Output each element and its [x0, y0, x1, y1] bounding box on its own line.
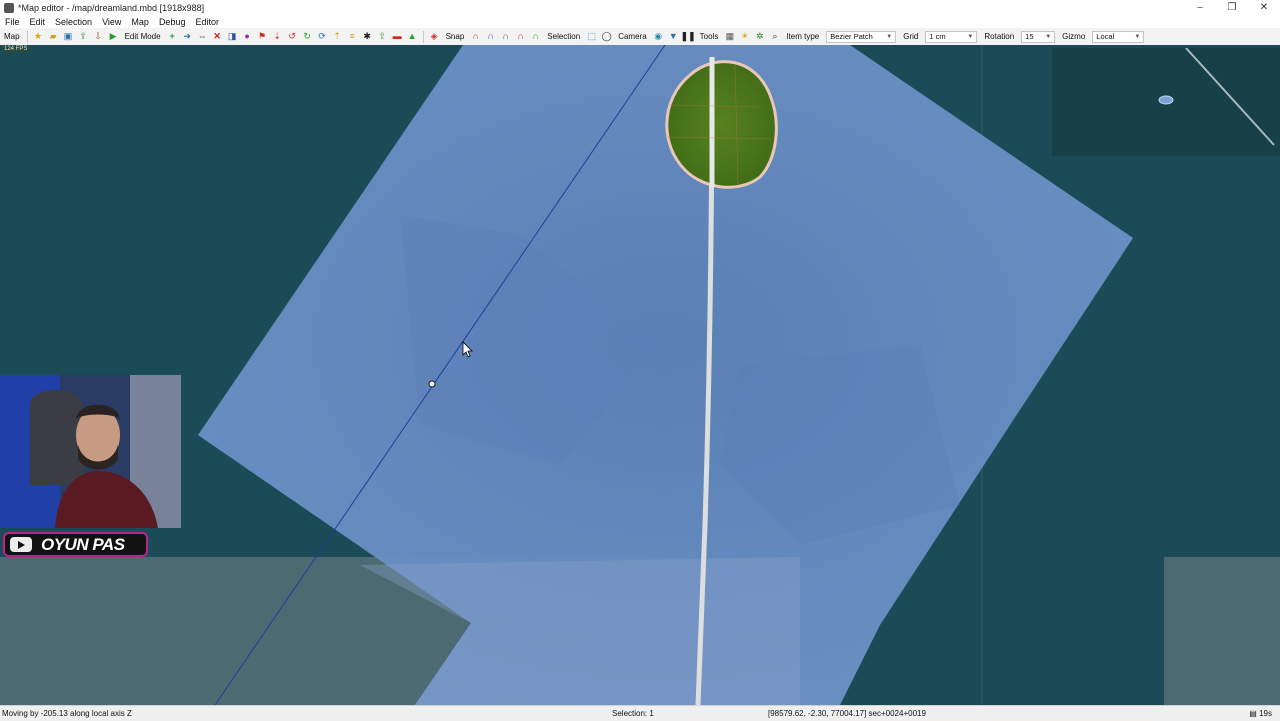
- flag-icon[interactable]: ⚑: [257, 31, 268, 42]
- globe-icon[interactable]: ◉: [653, 31, 664, 42]
- gizmo-select[interactable]: Local ▼: [1092, 30, 1145, 43]
- menu-view[interactable]: View: [97, 17, 126, 27]
- minimap-road: [1185, 47, 1275, 146]
- menu-edit[interactable]: Edit: [25, 17, 51, 27]
- menu-bar: File Edit Selection View Map Debug Edito…: [0, 15, 1280, 28]
- status-timer: ▤ 19s: [1249, 709, 1272, 718]
- magnet-dark-icon[interactable]: ∩: [500, 31, 511, 42]
- vehicle-icon[interactable]: ▬: [392, 31, 403, 42]
- youtube-icon: [10, 537, 32, 552]
- save-icon[interactable]: ▣: [63, 31, 74, 42]
- magnet-pink-icon[interactable]: ∩: [515, 31, 526, 42]
- rotation-label: Rotation: [984, 32, 1015, 41]
- toolbar-separator: [422, 30, 424, 43]
- add-item-icon[interactable]: +: [167, 31, 178, 42]
- minimize-button[interactable]: –: [1184, 0, 1216, 15]
- chevron-down-icon: ▼: [1134, 33, 1141, 40]
- webcam-overlay: [0, 375, 181, 528]
- refresh-icon[interactable]: ⟳: [317, 31, 328, 42]
- fps-counter: 124 FPS: [2, 46, 30, 52]
- selection-count: Selection: 1: [612, 709, 654, 718]
- rotate-right-icon[interactable]: ↻: [302, 31, 313, 42]
- title-bar: *Map editor - /map/dreamland.mbd [1918x9…: [0, 0, 1280, 15]
- status-message: Moving by -205.13 along local axis Z: [2, 709, 132, 718]
- grid-tool-icon[interactable]: ▦: [724, 31, 735, 42]
- minimap-scene: [1158, 47, 1275, 146]
- grid-select[interactable]: 1 cm ▼: [925, 30, 978, 43]
- move-arrow-icon[interactable]: ➜: [182, 31, 193, 42]
- lamp-icon[interactable]: ⇡: [332, 31, 343, 42]
- snap-button[interactable]: Snap: [442, 32, 469, 41]
- favorite-icon[interactable]: ★: [33, 31, 44, 42]
- tools-button[interactable]: Tools: [696, 32, 723, 41]
- properties-icon[interactable]: ◨: [227, 31, 238, 42]
- search-icon[interactable]: ⌕: [769, 31, 780, 42]
- chevron-down-icon: ▼: [967, 33, 974, 40]
- timer-value: 19s: [1259, 709, 1272, 718]
- map-viewport[interactable]: 124 FPS: [0, 45, 1280, 705]
- grid-value: 1 cm: [929, 32, 946, 41]
- webcam-image: [0, 375, 181, 528]
- window-title: *Map editor - /map/dreamland.mbd [1918x9…: [18, 2, 205, 13]
- rotate-left-icon[interactable]: ↺: [287, 31, 298, 42]
- settings-gear-icon[interactable]: ✲: [754, 31, 765, 42]
- restore-button[interactable]: ❐: [1216, 0, 1248, 15]
- menu-file[interactable]: File: [0, 17, 25, 27]
- delete-icon[interactable]: ✕: [212, 31, 223, 42]
- chevron-down-icon: ▼: [1045, 33, 1052, 40]
- item-type-label: Item type: [786, 32, 820, 41]
- window-controls: – ❐ ✕: [1184, 0, 1280, 15]
- magnet-green-icon[interactable]: ∩: [530, 31, 541, 42]
- menu-editor[interactable]: Editor: [190, 17, 224, 27]
- item-type-value: Bezier Patch: [830, 32, 873, 41]
- menu-debug[interactable]: Debug: [154, 17, 191, 27]
- pause-icon[interactable]: ❚❚: [681, 31, 696, 42]
- clock-icon: ▤: [1249, 709, 1257, 718]
- terrain-up-icon[interactable]: ⇧: [377, 31, 388, 42]
- rotation-select[interactable]: 15 ▼: [1021, 30, 1056, 43]
- app-icon: [4, 2, 14, 13]
- gizmo-label: Gizmo: [1062, 32, 1086, 41]
- terrain-slab-right: [1164, 557, 1280, 705]
- magnet-red-icon[interactable]: ∩: [470, 31, 481, 42]
- sun-icon[interactable]: ☀: [739, 31, 750, 42]
- toolbar-separator: [26, 30, 28, 43]
- import-icon[interactable]: ⇩: [93, 31, 104, 42]
- open-folder-icon[interactable]: ▰: [48, 31, 59, 42]
- menu-map[interactable]: Map: [126, 17, 154, 27]
- grass-island[interactable]: [665, 60, 778, 189]
- play-icon[interactable]: ▶: [108, 31, 119, 42]
- export-icon[interactable]: ⇪: [78, 31, 89, 42]
- sphere-icon[interactable]: ●: [242, 31, 253, 42]
- snap-toggle-icon[interactable]: ◈: [429, 31, 440, 42]
- pivot-handle[interactable]: [428, 380, 436, 388]
- minimap-marker-icon: [1158, 95, 1174, 105]
- cursor-coordinates: [98579.62, -2.30, 77004.17] sec+0024+001…: [768, 709, 926, 718]
- channel-name: OYUN PAS: [41, 534, 125, 554]
- ruler-icon[interactable]: ≡: [347, 31, 358, 42]
- gizmo-value: Local: [1096, 32, 1115, 41]
- rect-select-icon[interactable]: ⬚: [586, 31, 597, 42]
- camera-button[interactable]: Camera: [614, 32, 650, 41]
- selection-button[interactable]: Selection: [543, 32, 584, 41]
- double-arrow-icon[interactable]: ⇔: [197, 31, 208, 42]
- magnet-blue-icon[interactable]: ∩: [485, 31, 496, 42]
- item-type-select[interactable]: Bezier Patch ▼: [826, 30, 897, 43]
- grid-label: Grid: [903, 32, 919, 41]
- node-tree-icon[interactable]: ✱: [362, 31, 373, 42]
- edit-mode-button[interactable]: Edit Mode: [121, 32, 165, 41]
- map-menu-button[interactable]: Map: [0, 32, 24, 41]
- main-toolbar: Map ★ ▰ ▣ ⇪ ⇩ ▶ Edit Mode + ➜ ⇔ ✕ ◨ ● ⚑ …: [0, 28, 1280, 46]
- close-button[interactable]: ✕: [1248, 0, 1280, 15]
- lasso-select-icon[interactable]: ◯: [601, 31, 612, 42]
- channel-badge: OYUN PAS: [3, 532, 148, 557]
- menu-selection[interactable]: Selection: [50, 17, 97, 27]
- rotation-value: 15: [1025, 32, 1034, 41]
- minimap[interactable]: [1052, 47, 1280, 156]
- building-icon[interactable]: ▲: [407, 31, 418, 42]
- pin-icon[interactable]: ⇣: [272, 31, 283, 42]
- chevron-down-icon: ▼: [886, 33, 893, 40]
- status-bar: Moving by -205.13 along local axis Z Sel…: [0, 705, 1280, 721]
- funnel-icon[interactable]: ▼: [668, 31, 679, 42]
